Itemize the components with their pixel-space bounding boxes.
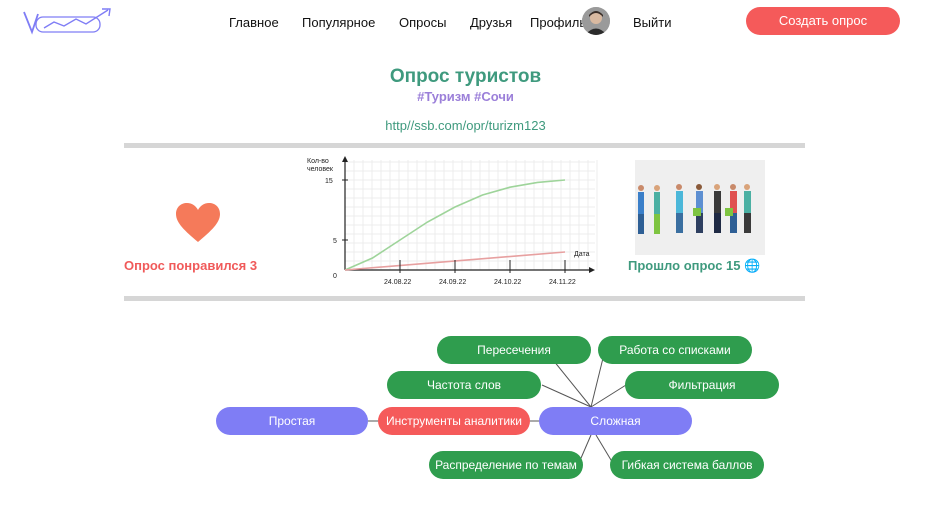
- y-axis-arrow: [342, 156, 348, 162]
- likes-count: Опрос понравился 3: [124, 258, 258, 273]
- x-tick-label: 24.08.22: [384, 279, 411, 286]
- divider-bottom: [124, 296, 805, 301]
- chart-axes: [342, 156, 595, 273]
- avatar[interactable]: [582, 7, 610, 35]
- nav-profile[interactable]: Профиль: [530, 15, 586, 30]
- nav-friends[interactable]: Друзья: [470, 15, 512, 30]
- divider-top: [124, 143, 805, 148]
- globe-icon: 🌐: [744, 258, 761, 273]
- nav-popular[interactable]: Популярное: [302, 15, 375, 30]
- chart-labels: Кол-вочеловек Дата 0 5 15 24.08.22 24.09.22 24.…: [307, 158, 590, 286]
- nav-polls[interactable]: Опросы: [399, 15, 446, 30]
- node-lists[interactable]: Работа со списками: [598, 336, 752, 364]
- tourists-illustration: [635, 160, 765, 255]
- y-axis-label: человек: [307, 166, 334, 173]
- y-axis-label: Кол-во: [307, 158, 329, 165]
- node-topic-distribution[interactable]: Распределение по темам: [429, 451, 583, 479]
- page-title: Опрос туристов: [389, 66, 542, 87]
- x-axis-label: Дата: [574, 251, 590, 258]
- logo[interactable]: [22, 6, 117, 36]
- create-poll-button[interactable]: Создать опрос: [746, 7, 900, 35]
- x-axis-arrow: [589, 267, 595, 273]
- node-intersections[interactable]: Пересечения: [437, 336, 591, 364]
- y-tick-label: 0: [333, 273, 337, 280]
- x-tick-label: 24.11.22: [549, 279, 576, 286]
- node-complex[interactable]: Сложная: [539, 407, 692, 435]
- node-filtering[interactable]: Фильтрация: [625, 371, 779, 399]
- y-tick-label: 5: [333, 238, 337, 245]
- chart-grid: [344, 160, 598, 271]
- heart-icon[interactable]: [175, 202, 221, 244]
- node-word-frequency[interactable]: Частота слов: [387, 371, 541, 399]
- poll-tags[interactable]: #Туризм #Сочи: [0, 89, 931, 104]
- y-tick-label: 15: [325, 178, 333, 185]
- poll-url-link[interactable]: http//ssb.com/opr/turizm123: [0, 118, 931, 133]
- x-tick-label: 24.09.22: [439, 279, 466, 286]
- nav-home[interactable]: Главное: [229, 15, 279, 30]
- nav-logout[interactable]: Выйти: [633, 15, 672, 30]
- responses-chart: Кол-вочеловек Дата 0 5 15 24.08.22 24.09.22 24.…: [307, 156, 598, 286]
- node-simple[interactable]: Простая: [216, 407, 368, 435]
- passed-count: Прошло опрос 15 🌐: [628, 258, 761, 273]
- x-tick-label: 24.10.22: [494, 279, 521, 286]
- node-analytics-tools[interactable]: Инструменты аналитики: [378, 407, 530, 435]
- node-scoring-system[interactable]: Гибкая система баллов: [610, 451, 764, 479]
